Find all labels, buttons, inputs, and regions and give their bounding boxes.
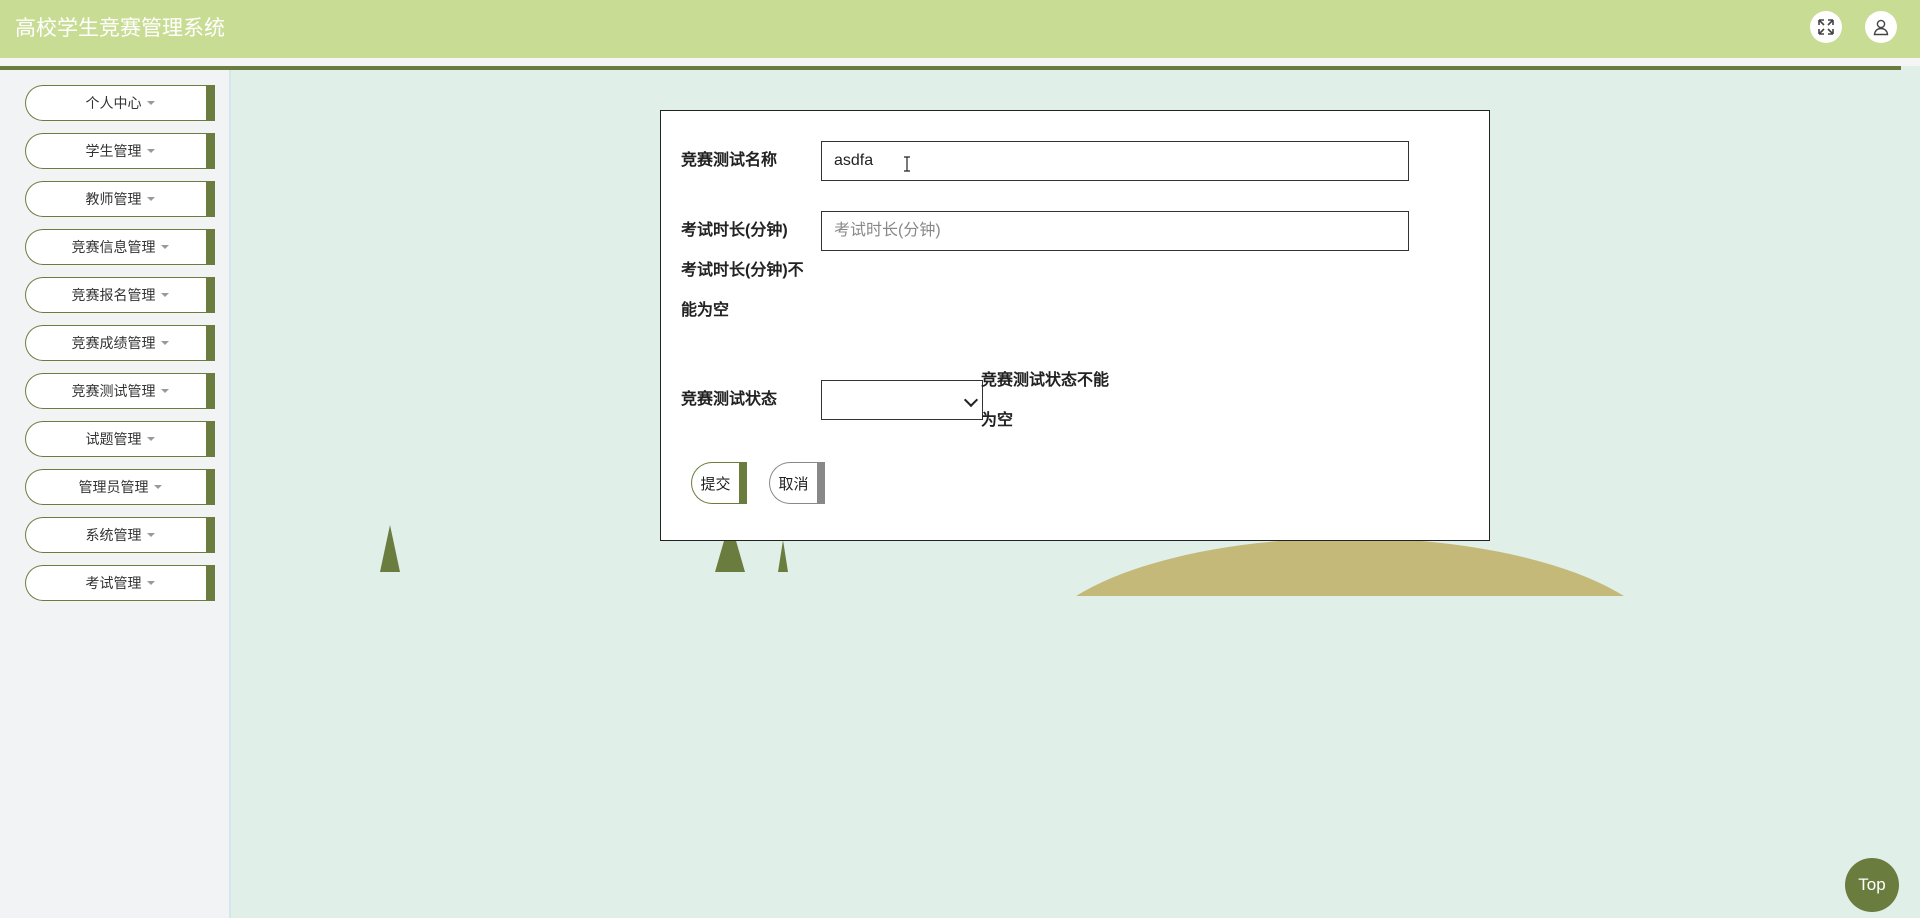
caret-down-icon	[160, 341, 169, 345]
sidebar-item-personal-center[interactable]: 个人中心	[25, 85, 215, 121]
caret-down-icon	[146, 197, 155, 201]
sidebar-item-label: 教师管理	[85, 191, 142, 207]
sidebar-item-teacher-management[interactable]: 教师管理	[25, 181, 215, 217]
text-cursor-icon	[904, 156, 910, 172]
caret-down-icon	[146, 149, 155, 153]
status-error-text: 竞赛测试状态不能	[981, 372, 1110, 389]
sidebar-item-label: 竞赛测试管理	[71, 383, 156, 399]
duration-error-text: 能为空	[681, 302, 730, 319]
sidebar: 个人中心 学生管理 教师管理 竞赛信息管理 竞赛报名管理 竞赛成绩管理 竞赛测试…	[0, 70, 231, 918]
duration-label: 考试时长(分钟)	[681, 222, 788, 239]
sidebar-item-competition-tests[interactable]: 竞赛测试管理	[25, 373, 215, 409]
chevron-down-icon	[963, 392, 979, 408]
fullscreen-icon	[1818, 19, 1834, 35]
sidebar-item-label: 学生管理	[85, 143, 142, 159]
app-title: 高校学生竞赛管理系统	[15, 17, 225, 40]
submit-button[interactable]: 提交	[691, 462, 747, 504]
test-edit-form: 竞赛测试名称 asdfa 考试时长(分钟) 考试时长(分钟) 考试时长(分钟)不…	[660, 110, 1490, 541]
sidebar-item-label: 系统管理	[85, 527, 142, 543]
user-icon	[1873, 19, 1889, 36]
caret-down-icon	[160, 293, 169, 297]
sidebar-item-admins[interactable]: 管理员管理	[25, 469, 215, 505]
header-underline	[0, 66, 1901, 70]
sidebar-item-exams[interactable]: 考试管理	[25, 565, 215, 601]
sidebar-item-scores[interactable]: 竞赛成绩管理	[25, 325, 215, 361]
status-select[interactable]	[821, 380, 983, 420]
caret-down-icon	[146, 101, 155, 105]
caret-down-icon	[146, 581, 155, 585]
caret-down-icon	[160, 245, 169, 249]
sidebar-item-system[interactable]: 系统管理	[25, 517, 215, 553]
user-button[interactable]	[1865, 11, 1897, 43]
fullscreen-button[interactable]	[1810, 11, 1842, 43]
caret-down-icon	[146, 533, 155, 537]
sidebar-item-label: 个人中心	[85, 95, 142, 111]
back-to-top-button[interactable]: Top	[1845, 858, 1899, 912]
hill-decoration	[1030, 538, 1670, 596]
tree-decoration	[778, 540, 788, 572]
sidebar-item-label: 考试管理	[85, 575, 142, 591]
sidebar-item-student-management[interactable]: 学生管理	[25, 133, 215, 169]
header-divider	[0, 58, 1920, 66]
sidebar-item-label: 试题管理	[85, 431, 142, 447]
sidebar-item-questions[interactable]: 试题管理	[25, 421, 215, 457]
cancel-button[interactable]: 取消	[769, 462, 825, 504]
sidebar-item-label: 竞赛报名管理	[71, 287, 156, 303]
tree-decoration	[380, 525, 400, 572]
sidebar-item-label: 竞赛成绩管理	[71, 335, 156, 351]
top-header: 高校学生竞赛管理系统	[0, 0, 1920, 58]
sidebar-item-label: 管理员管理	[78, 479, 149, 495]
sidebar-item-registration[interactable]: 竞赛报名管理	[25, 277, 215, 313]
status-error-text: 为空	[981, 412, 1014, 429]
caret-down-icon	[146, 437, 155, 441]
caret-down-icon	[160, 389, 169, 393]
caret-down-icon	[153, 485, 162, 489]
sidebar-item-competition-info[interactable]: 竞赛信息管理	[25, 229, 215, 265]
status-label: 竞赛测试状态	[681, 391, 778, 408]
duration-input[interactable]: 考试时长(分钟)	[821, 211, 1409, 251]
sidebar-item-label: 竞赛信息管理	[71, 239, 156, 255]
duration-error-text: 考试时长(分钟)不	[681, 262, 804, 279]
name-label: 竞赛测试名称	[681, 152, 778, 169]
